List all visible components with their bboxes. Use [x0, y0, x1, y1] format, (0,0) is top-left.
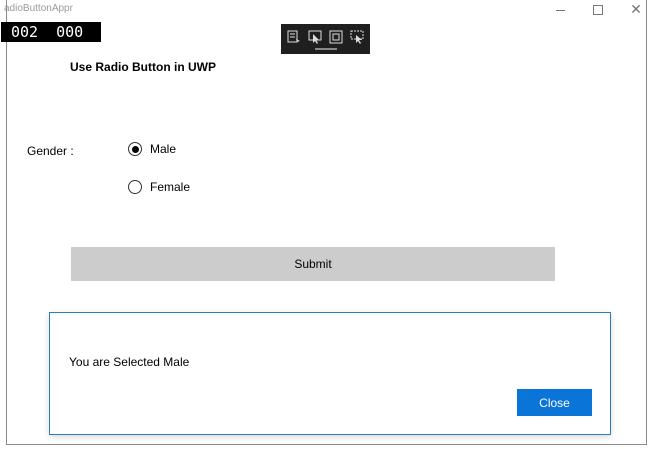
- radio-female-label: Female: [150, 180, 191, 194]
- frame-counter-left: 002: [11, 23, 39, 41]
- layout-adorner-icon[interactable]: [329, 30, 343, 44]
- page-title: Use Radio Button in UWP: [70, 60, 216, 74]
- toolbar-grip[interactable]: [315, 48, 337, 50]
- app-window: adioButtonAppr ✕ 002 000 Use Radio Butto…: [1, 0, 647, 445]
- radio-checked-icon: [128, 142, 142, 156]
- radio-male[interactable]: Male: [128, 142, 176, 156]
- frame-counter-right: 000: [56, 23, 84, 41]
- radio-male-label: Male: [150, 142, 177, 156]
- title-bar[interactable]: adioButtonAppr ✕: [4, 0, 646, 22]
- close-window-button[interactable]: ✕: [617, 0, 650, 20]
- window-title: adioButtonAppr: [4, 3, 73, 14]
- debug-toolbar: [281, 24, 370, 54]
- radio-female[interactable]: Female: [128, 180, 190, 194]
- track-focus-icon[interactable]: [350, 30, 364, 44]
- dialog-message: You are Selected Male: [69, 355, 190, 369]
- minimize-icon: [555, 9, 565, 11]
- close-icon: ✕: [630, 2, 642, 18]
- frame-rate-counter: 002 000: [1, 22, 101, 42]
- gender-label: Gender :: [27, 144, 74, 158]
- message-dialog: You are Selected Male Close: [49, 312, 611, 435]
- live-visual-tree-icon[interactable]: [287, 30, 301, 44]
- maximize-icon: [593, 5, 603, 15]
- close-button[interactable]: Close: [517, 389, 592, 416]
- select-element-icon[interactable]: [308, 30, 322, 44]
- radio-dot: [131, 145, 139, 153]
- submit-button[interactable]: Submit: [71, 247, 555, 281]
- maximize-button[interactable]: [579, 0, 617, 20]
- radio-unchecked-icon: [128, 180, 142, 194]
- minimize-button[interactable]: [541, 0, 579, 20]
